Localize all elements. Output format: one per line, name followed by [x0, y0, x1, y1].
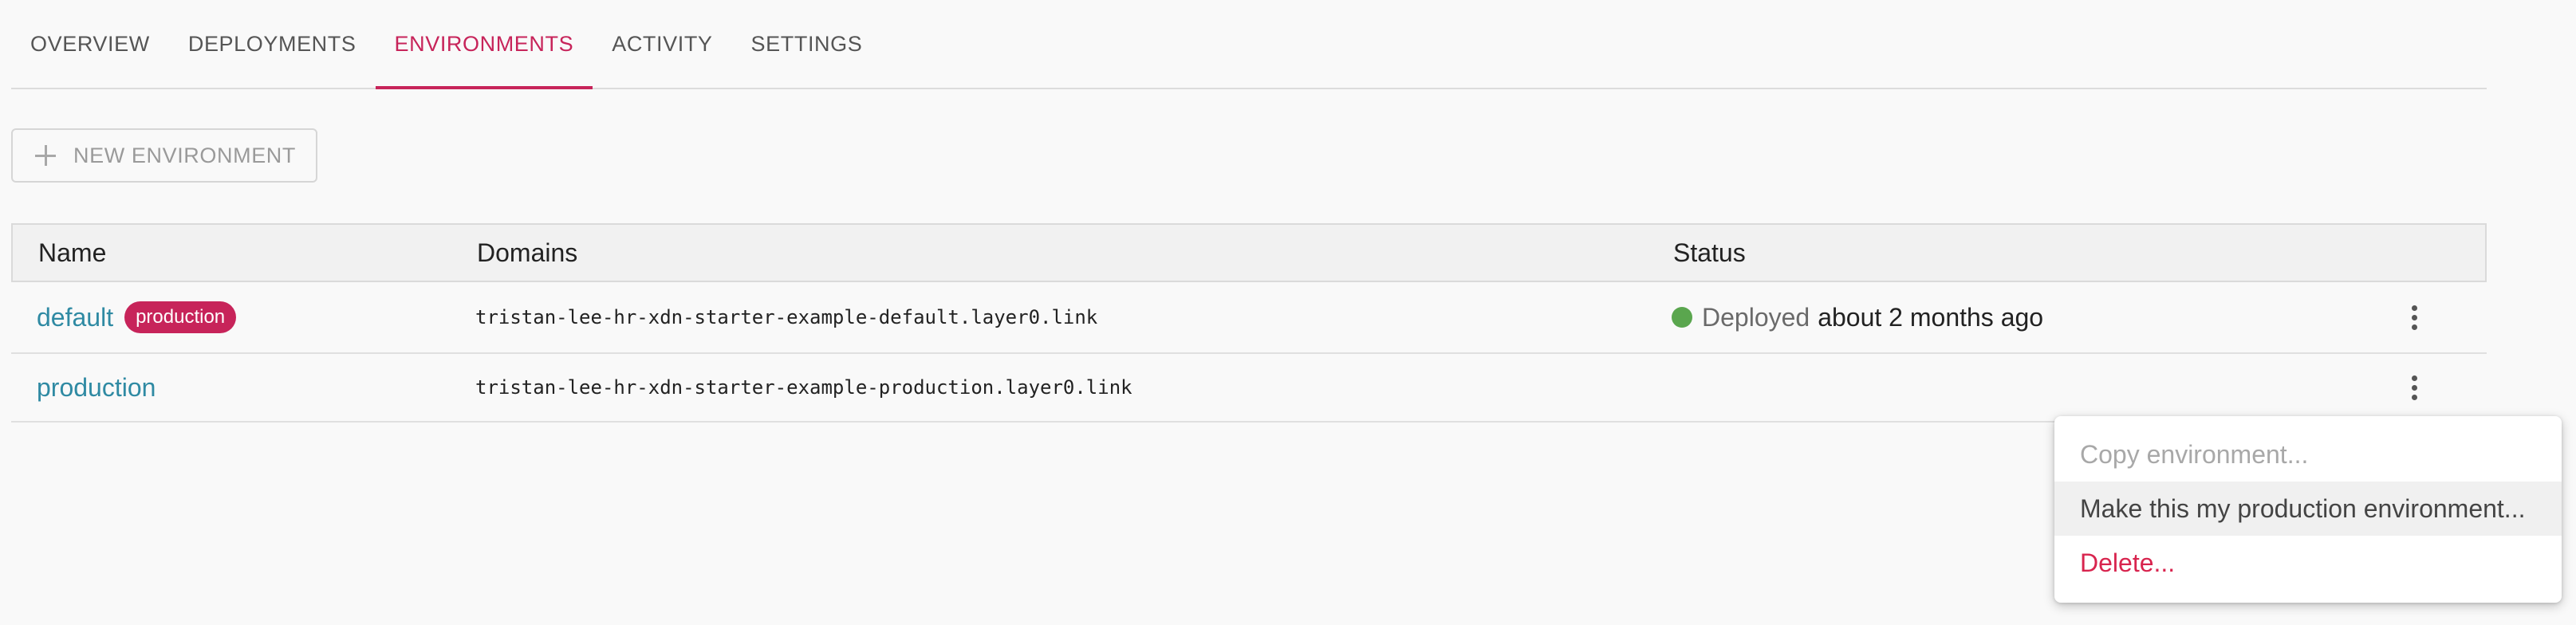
env-name-link[interactable]: production — [37, 373, 156, 403]
env-status: Deployed about 2 months ago — [1672, 282, 2043, 352]
tab-overview[interactable]: OVERVIEW — [11, 0, 169, 88]
table-row: production tristan-lee-hr-xdn-starter-ex… — [11, 354, 2487, 423]
production-badge: production — [124, 301, 237, 333]
status-label: Deployed — [1702, 302, 1810, 332]
env-name-cell: production — [37, 354, 156, 421]
status-dot-icon — [1672, 307, 1692, 328]
environment-context-menu: Copy environment... Make this my product… — [2054, 416, 2562, 603]
environments-table: Name Domains Status default production t… — [11, 223, 2487, 423]
env-name-cell: default production — [37, 282, 237, 352]
new-environment-label: NEW ENVIRONMENT — [73, 143, 296, 167]
more-options-icon[interactable] — [2405, 282, 2424, 352]
header-domains: Domains — [477, 238, 578, 267]
menu-item-delete[interactable]: Delete... — [2054, 536, 2562, 590]
new-environment-button[interactable]: NEW ENVIRONMENT — [11, 128, 317, 183]
env-domain: tristan-lee-hr-xdn-starter-example-defau… — [475, 306, 1098, 328]
tab-environments[interactable]: ENVIRONMENTS — [375, 0, 593, 89]
tab-deployments[interactable]: DEPLOYMENTS — [169, 0, 376, 88]
table-row: default production tristan-lee-hr-xdn-st… — [11, 282, 2487, 354]
status-time: about 2 months ago — [1818, 302, 2044, 332]
more-options-icon[interactable] — [2405, 354, 2424, 421]
menu-item-copy-environment[interactable]: Copy environment... — [2054, 427, 2562, 482]
tab-activity[interactable]: ACTIVITY — [593, 0, 731, 88]
tab-settings[interactable]: SETTINGS — [732, 0, 882, 88]
table-header: Name Domains Status — [11, 223, 2487, 282]
env-name-link[interactable]: default — [37, 303, 113, 332]
env-domain: tristan-lee-hr-xdn-starter-example-produ… — [475, 376, 1132, 399]
plus-icon — [35, 145, 56, 166]
header-status: Status — [1673, 238, 1746, 267]
menu-item-make-production[interactable]: Make this my production environment... — [2054, 482, 2562, 536]
tab-bar: OVERVIEW DEPLOYMENTS ENVIRONMENTS ACTIVI… — [11, 0, 2487, 89]
header-name: Name — [38, 238, 107, 267]
